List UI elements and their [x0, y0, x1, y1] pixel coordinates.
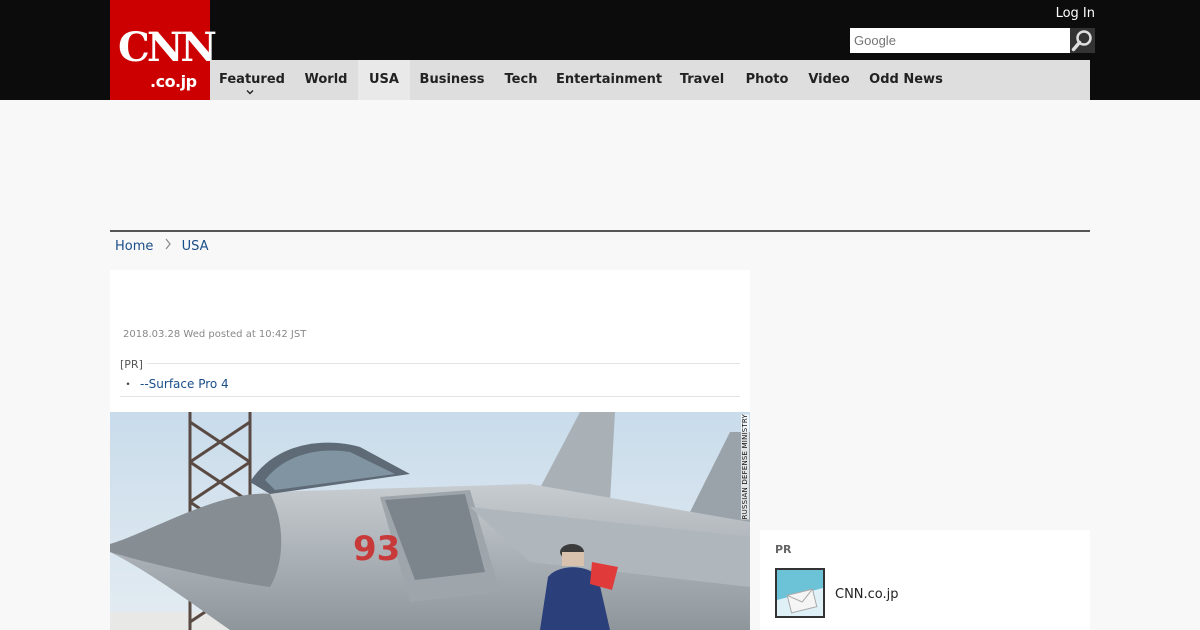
- logo-text: CNN: [118, 24, 217, 71]
- mail-envelope-icon: [777, 570, 823, 616]
- article-dateline: 2018.03.28 Wed posted at 10:42 JST: [123, 329, 307, 340]
- nav-business[interactable]: Business: [410, 60, 494, 100]
- nav-label: Business: [419, 72, 485, 87]
- nav-label: Tech: [504, 72, 538, 87]
- nav-world[interactable]: World: [294, 60, 358, 100]
- nav-label: Video: [808, 72, 850, 87]
- search-button[interactable]: [1070, 28, 1095, 53]
- fighter-jet-image: 93: [110, 412, 750, 630]
- pr-thumbnail[interactable]: [775, 568, 825, 618]
- nav-label: Photo: [745, 72, 789, 87]
- aircraft-number: 93: [353, 529, 400, 569]
- header-bar: CNN .co.jp Log In Featured World USA Bus…: [0, 0, 1200, 100]
- photo-credit: RUSSIAN DEFENSE MINISTRY: [741, 414, 749, 520]
- nav-photo[interactable]: Photo: [734, 60, 800, 100]
- nav-featured[interactable]: Featured: [210, 60, 294, 100]
- nav-tech[interactable]: Tech: [494, 60, 548, 100]
- nav-odd-news[interactable]: Odd News: [858, 60, 954, 100]
- login-link[interactable]: Log In: [1056, 6, 1095, 21]
- main-nav: Featured World USA Business Tech Enterta…: [210, 60, 1090, 100]
- chevron-down-icon: [246, 90, 254, 95]
- article-card: 2018.03.28 Wed posted at 10:42 JST [PR] …: [110, 270, 750, 630]
- magnifier-icon: [1071, 30, 1092, 52]
- sidebar-pr-box: PR CNN.co.jp: [760, 530, 1090, 630]
- article-photo[interactable]: 93 RUSSIAN DEFENSE MINISTRY: [110, 412, 750, 630]
- search-input[interactable]: [850, 28, 1070, 53]
- pr-label: [PR]: [120, 358, 147, 371]
- chevron-right-icon: [165, 238, 171, 250]
- breadcrumb-home[interactable]: Home: [115, 239, 153, 255]
- cnn-logo[interactable]: CNN .co.jp: [110, 0, 217, 100]
- nav-label: Entertainment: [555, 72, 663, 87]
- section-divider: [110, 230, 1090, 232]
- nav-label: Featured: [219, 72, 285, 87]
- pr-divider-top: [120, 363, 740, 364]
- nav-usa[interactable]: USA: [358, 60, 410, 100]
- breadcrumb-usa[interactable]: USA: [182, 239, 209, 255]
- pr-link[interactable]: --Surface Pro 4: [140, 377, 229, 391]
- pr-divider-bottom: [120, 396, 740, 397]
- pr-item-link[interactable]: CNN.co.jp: [835, 587, 899, 602]
- breadcrumb: Home USA: [115, 238, 209, 254]
- nav-label: USA: [369, 72, 399, 87]
- sidebar-pr-title: PR: [775, 543, 792, 556]
- pr-link-row: ・ --Surface Pro 4: [122, 375, 229, 392]
- pr-bullet: ・: [122, 377, 135, 391]
- logo-subtext: .co.jp: [150, 72, 197, 91]
- nav-label: Travel: [679, 72, 725, 87]
- ad-banner-area: [110, 100, 1090, 230]
- nav-entertainment[interactable]: Entertainment: [548, 60, 670, 100]
- nav-label: World: [304, 72, 348, 87]
- nav-travel[interactable]: Travel: [670, 60, 734, 100]
- nav-video[interactable]: Video: [800, 60, 858, 100]
- nav-label: Odd News: [869, 72, 943, 87]
